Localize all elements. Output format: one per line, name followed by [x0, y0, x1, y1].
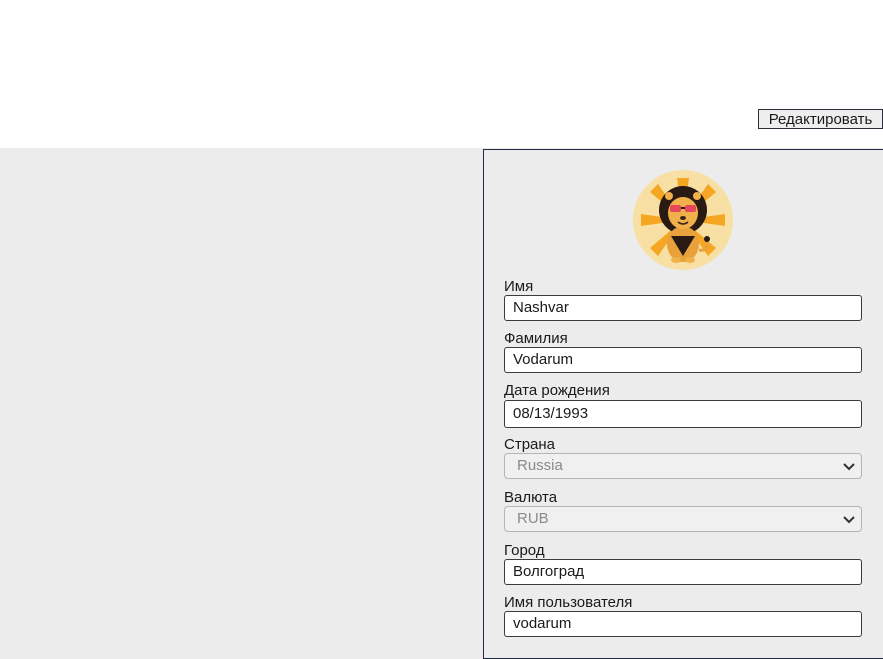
chevron-down-icon	[843, 516, 855, 524]
currency-select-value: RUB	[517, 510, 549, 527]
lion-avatar-icon	[633, 170, 733, 270]
last-name-field[interactable]: Vodarum	[504, 347, 862, 373]
birth-date-field[interactable]: 08/13/1993	[504, 400, 862, 428]
profile-panel: Имя Nashvar Фамилия Vodarum Дата рождени…	[483, 149, 883, 659]
birth-date-label: Дата рождения	[504, 382, 610, 399]
currency-label: Валюта	[504, 489, 558, 506]
username-field[interactable]: vodarum	[504, 611, 862, 637]
chevron-down-icon	[843, 463, 855, 471]
country-label: Страна	[504, 436, 556, 453]
country-select-value: Russia	[517, 457, 563, 474]
city-label: Город	[504, 542, 545, 559]
city-field[interactable]: Волгоград	[504, 559, 862, 585]
first-name-field[interactable]: Nashvar	[504, 295, 862, 321]
header-area	[0, 0, 883, 148]
edit-button[interactable]: Редактировать	[758, 109, 883, 129]
currency-select[interactable]: RUB	[504, 506, 862, 532]
username-label: Имя пользователя	[504, 594, 633, 611]
first-name-label: Имя	[504, 278, 534, 295]
country-select[interactable]: Russia	[504, 453, 862, 479]
last-name-label: Фамилия	[504, 330, 568, 347]
